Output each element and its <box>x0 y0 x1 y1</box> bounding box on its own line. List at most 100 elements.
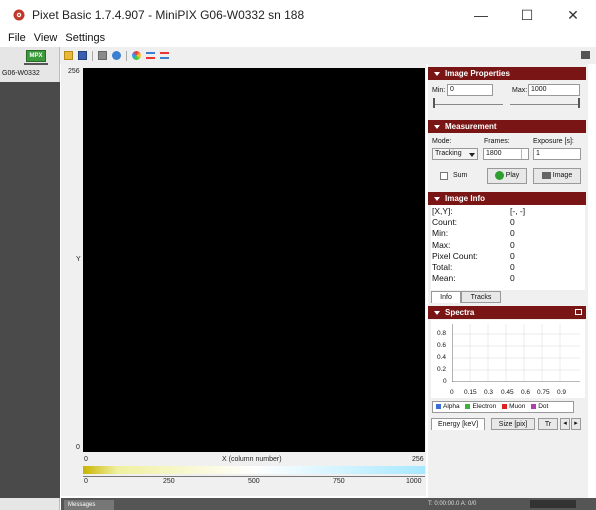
detach-icon[interactable] <box>575 309 582 315</box>
app-icon <box>12 8 26 22</box>
max-slider-handle[interactable] <box>578 98 580 108</box>
collapse-icon <box>434 124 440 129</box>
maximize-button[interactable]: ☐ <box>504 0 550 30</box>
info-value: 0 <box>510 217 515 227</box>
tab-size[interactable]: Size [pix] <box>491 418 535 430</box>
device-bar <box>24 63 48 65</box>
spectra-y-tick: 0.2 <box>437 366 447 373</box>
tab-info[interactable]: Info <box>431 291 461 303</box>
legend-label: Alpha <box>443 403 460 410</box>
legend-swatch-electron <box>465 403 471 409</box>
spectra-x-tick: 0.45 <box>501 389 514 396</box>
x-max-label: 256 <box>412 456 424 463</box>
max-label: Max: <box>512 87 528 94</box>
collapse-icon <box>434 71 440 76</box>
legend-label: Electron <box>472 403 497 410</box>
min-slider[interactable] <box>433 104 503 105</box>
status-text: T: 0:00:00.0 A: 0/0 <box>428 501 477 507</box>
max-field[interactable]: 1000 <box>528 84 580 96</box>
spectra-legend: Alpha Electron Muon Dot <box>432 401 574 413</box>
save-icon[interactable] <box>78 51 87 60</box>
min-field[interactable]: 0 <box>447 84 493 96</box>
device-icon[interactable]: MPX <box>26 50 46 62</box>
device-label[interactable]: G06-W0332 <box>2 70 40 77</box>
image-info-header[interactable]: Image Info <box>428 192 586 205</box>
info-value: 0 <box>510 273 515 283</box>
collapse-icon <box>434 310 440 315</box>
image-canvas[interactable] <box>83 68 425 452</box>
min-label: Min: <box>432 87 446 94</box>
colorbar <box>83 466 425 474</box>
x-min-label: 0 <box>84 456 88 463</box>
color-icon[interactable] <box>132 51 141 60</box>
toolbar <box>0 47 596 64</box>
sum-checkbox[interactable] <box>440 172 448 180</box>
menu-settings[interactable]: Settings <box>65 32 105 44</box>
frames-label: Frames: <box>484 138 510 145</box>
frames-stepper[interactable] <box>521 149 528 159</box>
menu-view[interactable]: View <box>34 32 58 44</box>
close-button[interactable]: ✕ <box>550 0 596 30</box>
image-icon <box>541 171 551 179</box>
spectra-y-tick: 0.4 <box>437 354 447 361</box>
legend-label: Dot <box>538 403 549 410</box>
spectra-y-tick: 0.6 <box>437 342 447 349</box>
menu-file[interactable]: File <box>8 32 26 44</box>
info-value: 0 <box>510 228 515 238</box>
spectra-grid <box>452 324 580 382</box>
device-list-area <box>0 82 60 498</box>
sum-icon[interactable] <box>160 52 169 59</box>
spectra-x-tick: 0.75 <box>537 389 550 396</box>
tab-tracks[interactable]: Tracks <box>461 291 501 303</box>
y-axis-label: Y <box>76 256 81 263</box>
info-label: [X,Y]: <box>432 206 453 216</box>
image-button[interactable]: Image <box>533 168 581 184</box>
legend-swatch-dot <box>531 403 537 409</box>
info-value: [-, -] <box>510 206 526 216</box>
spectra-header[interactable]: Spectra <box>428 306 586 319</box>
menu-bar: File View Settings <box>0 30 596 46</box>
status-bar <box>61 498 596 510</box>
info-label: Count: <box>432 217 458 227</box>
sigma-icon[interactable] <box>146 52 155 59</box>
spectra-x-tick: 0.6 <box>521 389 531 396</box>
mode-select[interactable]: Tracking <box>432 148 478 160</box>
info-label: Max: <box>432 240 451 250</box>
info-label: Pixel Count: <box>432 251 478 261</box>
info-label: Min: <box>432 228 449 238</box>
status-indicator <box>530 500 576 508</box>
minimize-button[interactable]: — <box>458 0 504 30</box>
legend-swatch-muon <box>502 403 508 409</box>
grid-icon[interactable] <box>98 51 107 60</box>
exposure-label: Exposure [s]: <box>533 138 574 145</box>
title-bar: Pixet Basic 1.7.4.907 - MiniPIX G06-W033… <box>0 0 596 30</box>
max-slider[interactable] <box>510 104 580 105</box>
tab-energy[interactable]: Energy [keV] <box>431 418 485 430</box>
measurement-header[interactable]: Measurement <box>428 120 586 133</box>
settings-icon[interactable] <box>581 51 590 59</box>
tab-scroll-left[interactable]: ◂ <box>560 418 570 430</box>
play-button[interactable]: Play <box>487 168 527 184</box>
spectra-x-tick: 0.3 <box>484 389 494 396</box>
x-axis-label: X (column number) <box>222 456 282 463</box>
play-icon <box>494 170 504 180</box>
image-properties-header[interactable]: Image Properties <box>428 67 586 80</box>
exposure-field[interactable]: 1 <box>533 148 581 160</box>
spectra-x-tick: 0.15 <box>464 389 477 396</box>
spectra-x-tick: 0.9 <box>557 389 567 396</box>
colorbar-tick: 750 <box>333 478 345 485</box>
info-label: Total: <box>432 262 453 272</box>
refresh-icon[interactable] <box>112 51 121 60</box>
y-max-label: 256 <box>68 68 80 75</box>
colorbar-tick: 0 <box>84 478 88 485</box>
folder-icon[interactable] <box>64 51 73 60</box>
window-title: Pixet Basic 1.7.4.907 - MiniPIX G06-W033… <box>32 8 305 22</box>
info-label: Mean: <box>432 273 456 283</box>
colorbar-tick: 500 <box>248 478 260 485</box>
tab-tr[interactable]: Tr <box>538 418 558 430</box>
tab-scroll-right[interactable]: ▸ <box>571 418 581 430</box>
legend-swatch-alpha <box>436 403 441 409</box>
messages-tab[interactable]: Messages <box>64 500 114 510</box>
colorbar-axis <box>83 474 425 477</box>
min-slider-handle[interactable] <box>433 98 435 108</box>
